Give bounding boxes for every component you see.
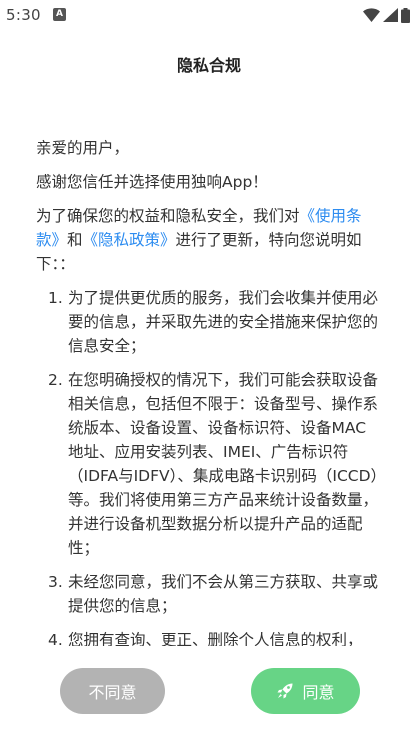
- list-item: 3. 未经您同意，我们不会从第三方获取、共享或提供您的信息；: [36, 570, 384, 618]
- list-item-text: 您拥有查询、更正、删除个人信息的权利，: [68, 631, 363, 646]
- list-item-number: 1.: [48, 289, 63, 307]
- list-item-number: 3.: [48, 573, 63, 591]
- agree-button[interactable]: 同意: [251, 668, 360, 714]
- thanks-text: 感谢您信任并选择使用独响App！: [36, 173, 268, 191]
- list-item-number: 4.: [48, 631, 63, 646]
- signal-icon: [383, 8, 398, 22]
- rocket-icon: [277, 683, 293, 699]
- status-icons: [363, 6, 410, 24]
- status-bar: 5:30 A: [0, 0, 418, 30]
- status-time: 5:30: [6, 6, 41, 24]
- agree-button-label: 同意: [302, 683, 335, 702]
- battery-icon: [401, 7, 410, 23]
- intro-and: 和: [67, 231, 83, 249]
- privacy-content[interactable]: 亲爱的用户， 感谢您信任并选择使用独响App！ 为了确保您的权益和隐私安全，我们…: [36, 136, 384, 646]
- list-item-number: 2.: [48, 371, 63, 389]
- button-bar: 不同意 同意: [0, 668, 418, 718]
- disagree-button-label: 不同意: [88, 683, 137, 702]
- intro-prefix: 为了确保您的权益和隐私安全，我们对: [36, 207, 300, 225]
- list-item: 2. 在您明确授权的情况下，我们可能会获取设备相关信息，包括但不限于：设备型号、操…: [36, 368, 384, 560]
- privacy-policy-link[interactable]: 《隐私政策》: [83, 231, 176, 249]
- list-item-text: 为了提供更优质的服务，我们会收集并使用必要的信息，并采取先进的安全措施来保护您的…: [68, 289, 379, 355]
- list-item: 4. 您拥有查询、更正、删除个人信息的权利，: [36, 628, 384, 646]
- terms-list: 1. 为了提供更优质的服务，我们会收集并使用必要的信息，并采取先进的安全措施来保护…: [36, 286, 384, 646]
- list-item-text: 未经您同意，我们不会从第三方获取、共享或提供您的信息；: [68, 573, 379, 615]
- list-item-text: 在您明确授权的情况下，我们可能会获取设备相关信息，包括但不限于：设备型号、操作系…: [68, 371, 379, 557]
- wifi-icon: [363, 8, 380, 22]
- notification-icon: A: [53, 8, 66, 21]
- page-title: 隐私合规: [176, 56, 241, 75]
- disagree-button[interactable]: 不同意: [60, 668, 165, 714]
- intro-paragraph: 为了确保您的权益和隐私安全，我们对《使用条款》和《隐私政策》进行了更新，特向您说…: [36, 204, 384, 276]
- list-item: 1. 为了提供更优质的服务，我们会收集并使用必要的信息，并采取先进的安全措施来保护…: [36, 286, 384, 358]
- greeting-text: 亲爱的用户，: [36, 139, 130, 157]
